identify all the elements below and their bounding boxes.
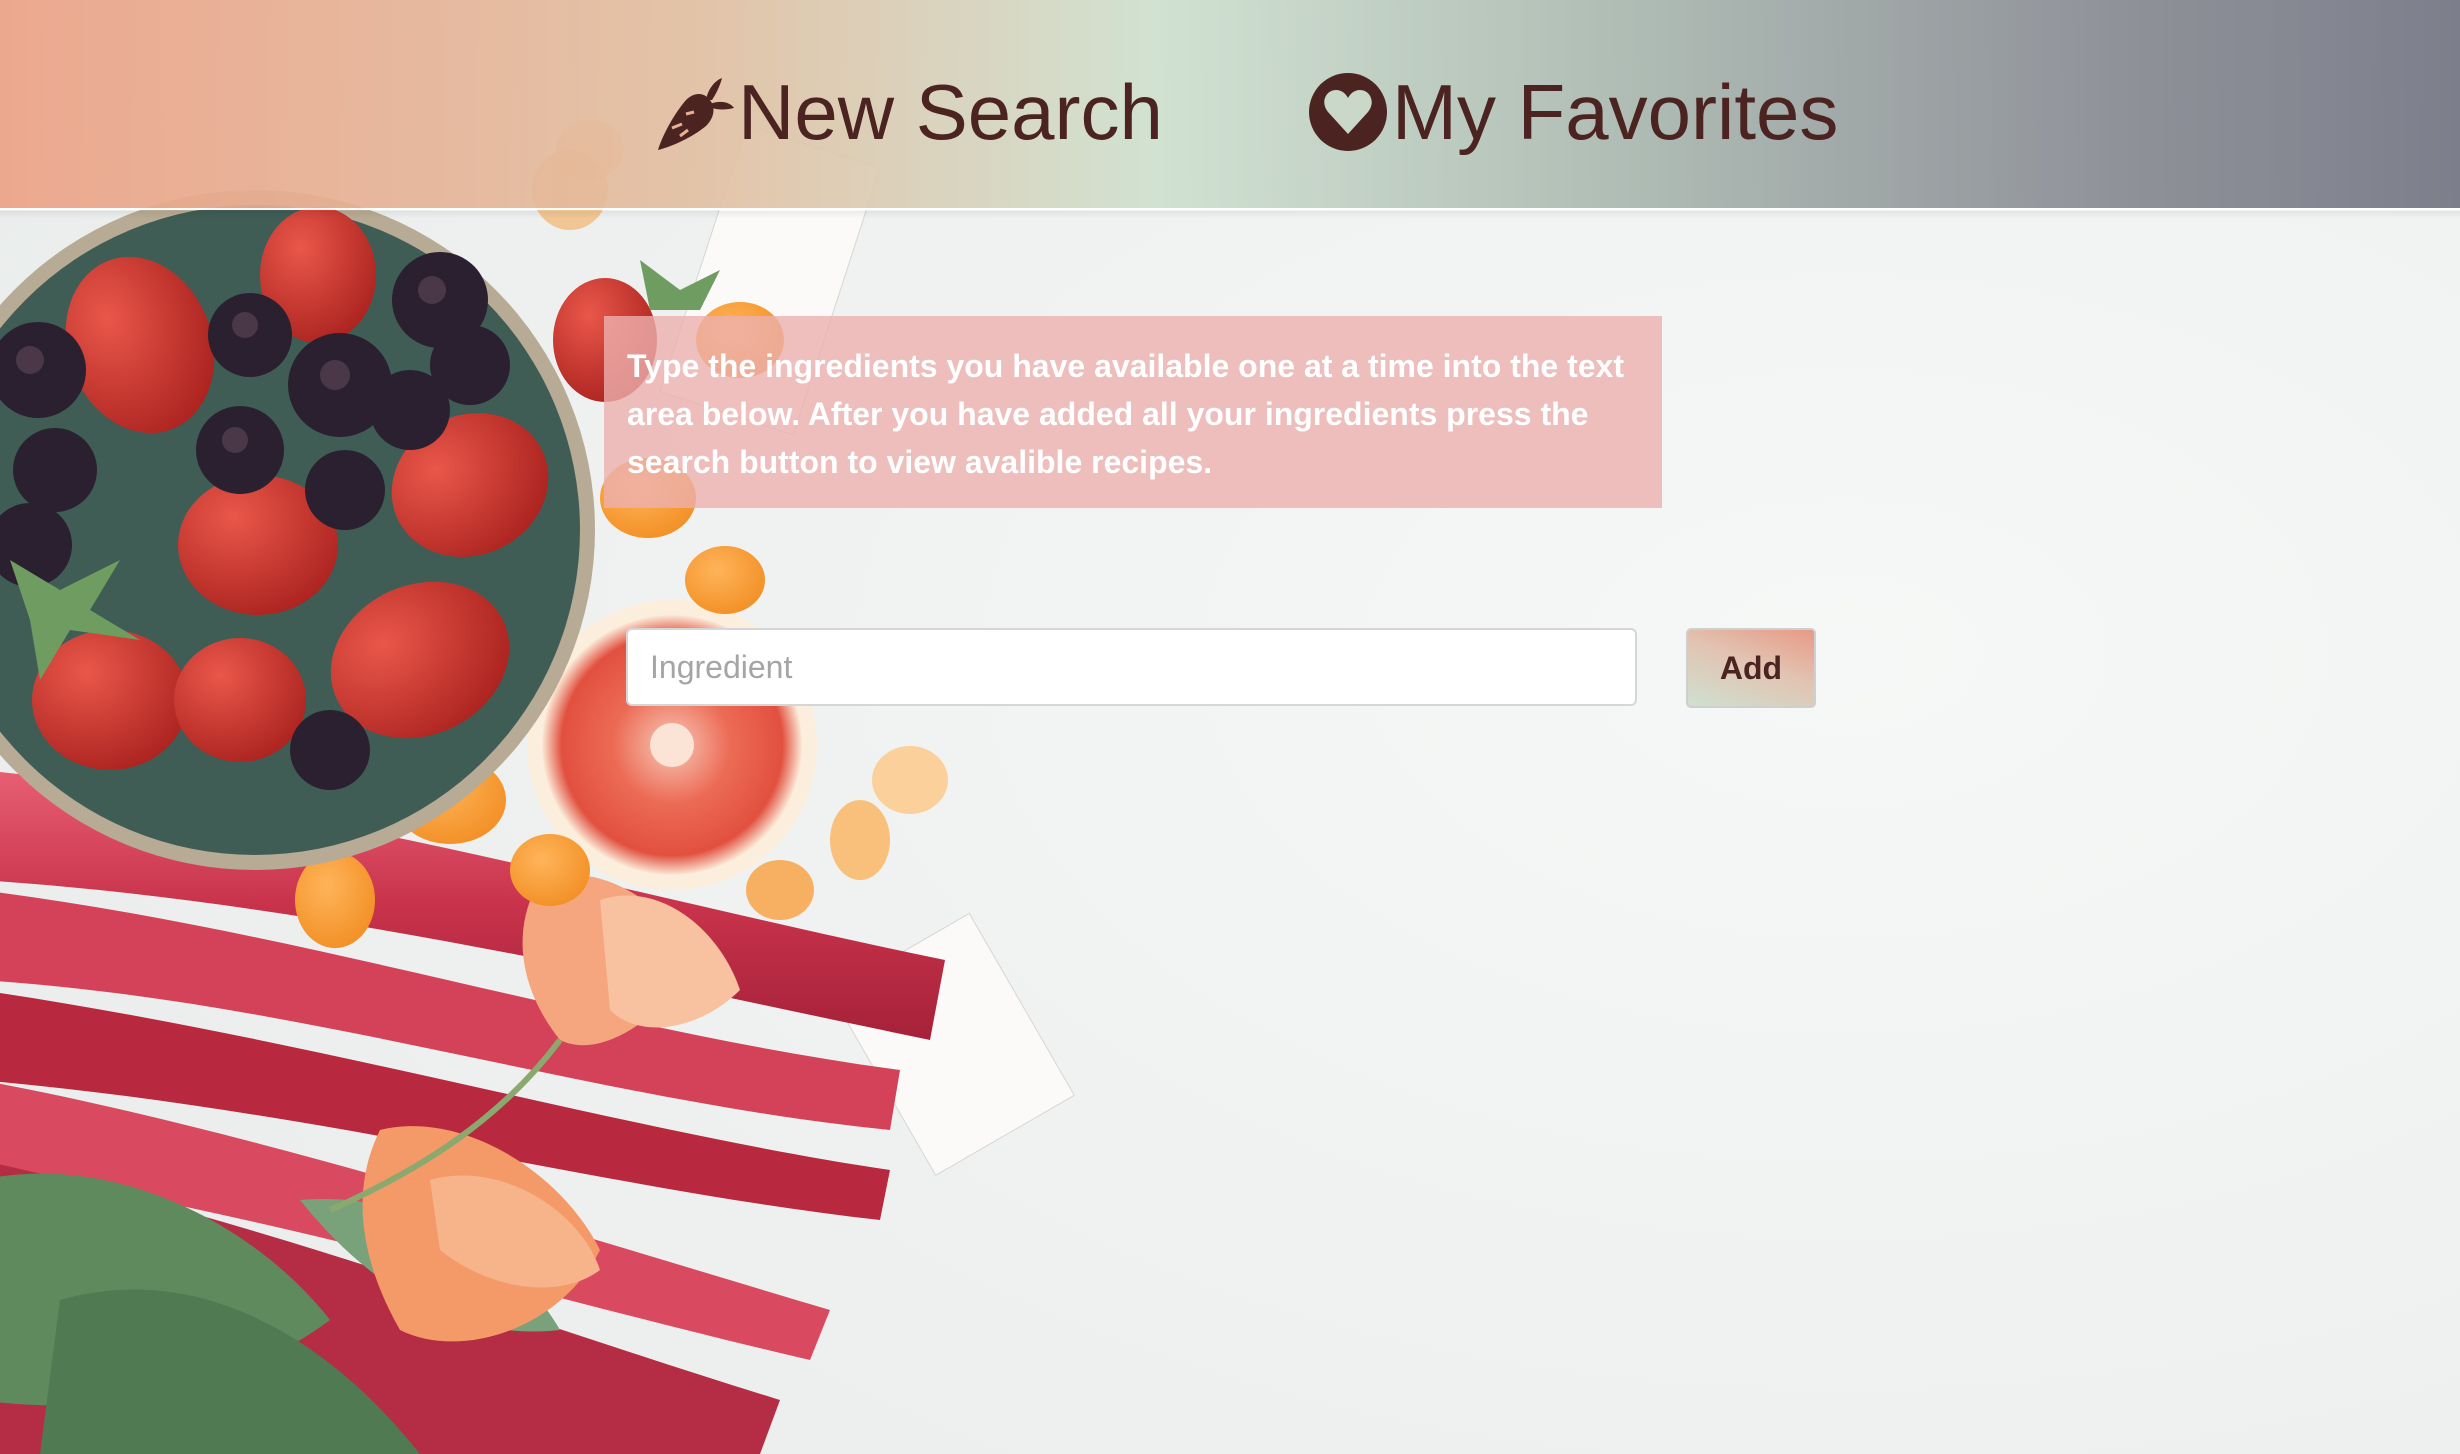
- navbar-shadow: [0, 211, 2460, 219]
- navbar-divider: [0, 208, 2460, 210]
- top-navbar: [0, 0, 2460, 208]
- carrot-icon: [658, 78, 734, 150]
- ingredient-input[interactable]: [626, 628, 1637, 706]
- instructions-panel: Type the ingredients you have available …: [604, 316, 1662, 508]
- nav-new-search-link[interactable]: New Search: [652, 54, 1163, 170]
- nav-new-search-label: New Search: [738, 68, 1163, 156]
- nav-my-favorites-label: My Favorites: [1392, 68, 1839, 156]
- add-ingredient-button[interactable]: Add: [1686, 628, 1816, 708]
- nav-my-favorites-link[interactable]: My Favorites: [1306, 54, 1838, 170]
- instructions-text: Type the ingredients you have available …: [627, 348, 1624, 480]
- heart-circle-icon: [1309, 73, 1387, 151]
